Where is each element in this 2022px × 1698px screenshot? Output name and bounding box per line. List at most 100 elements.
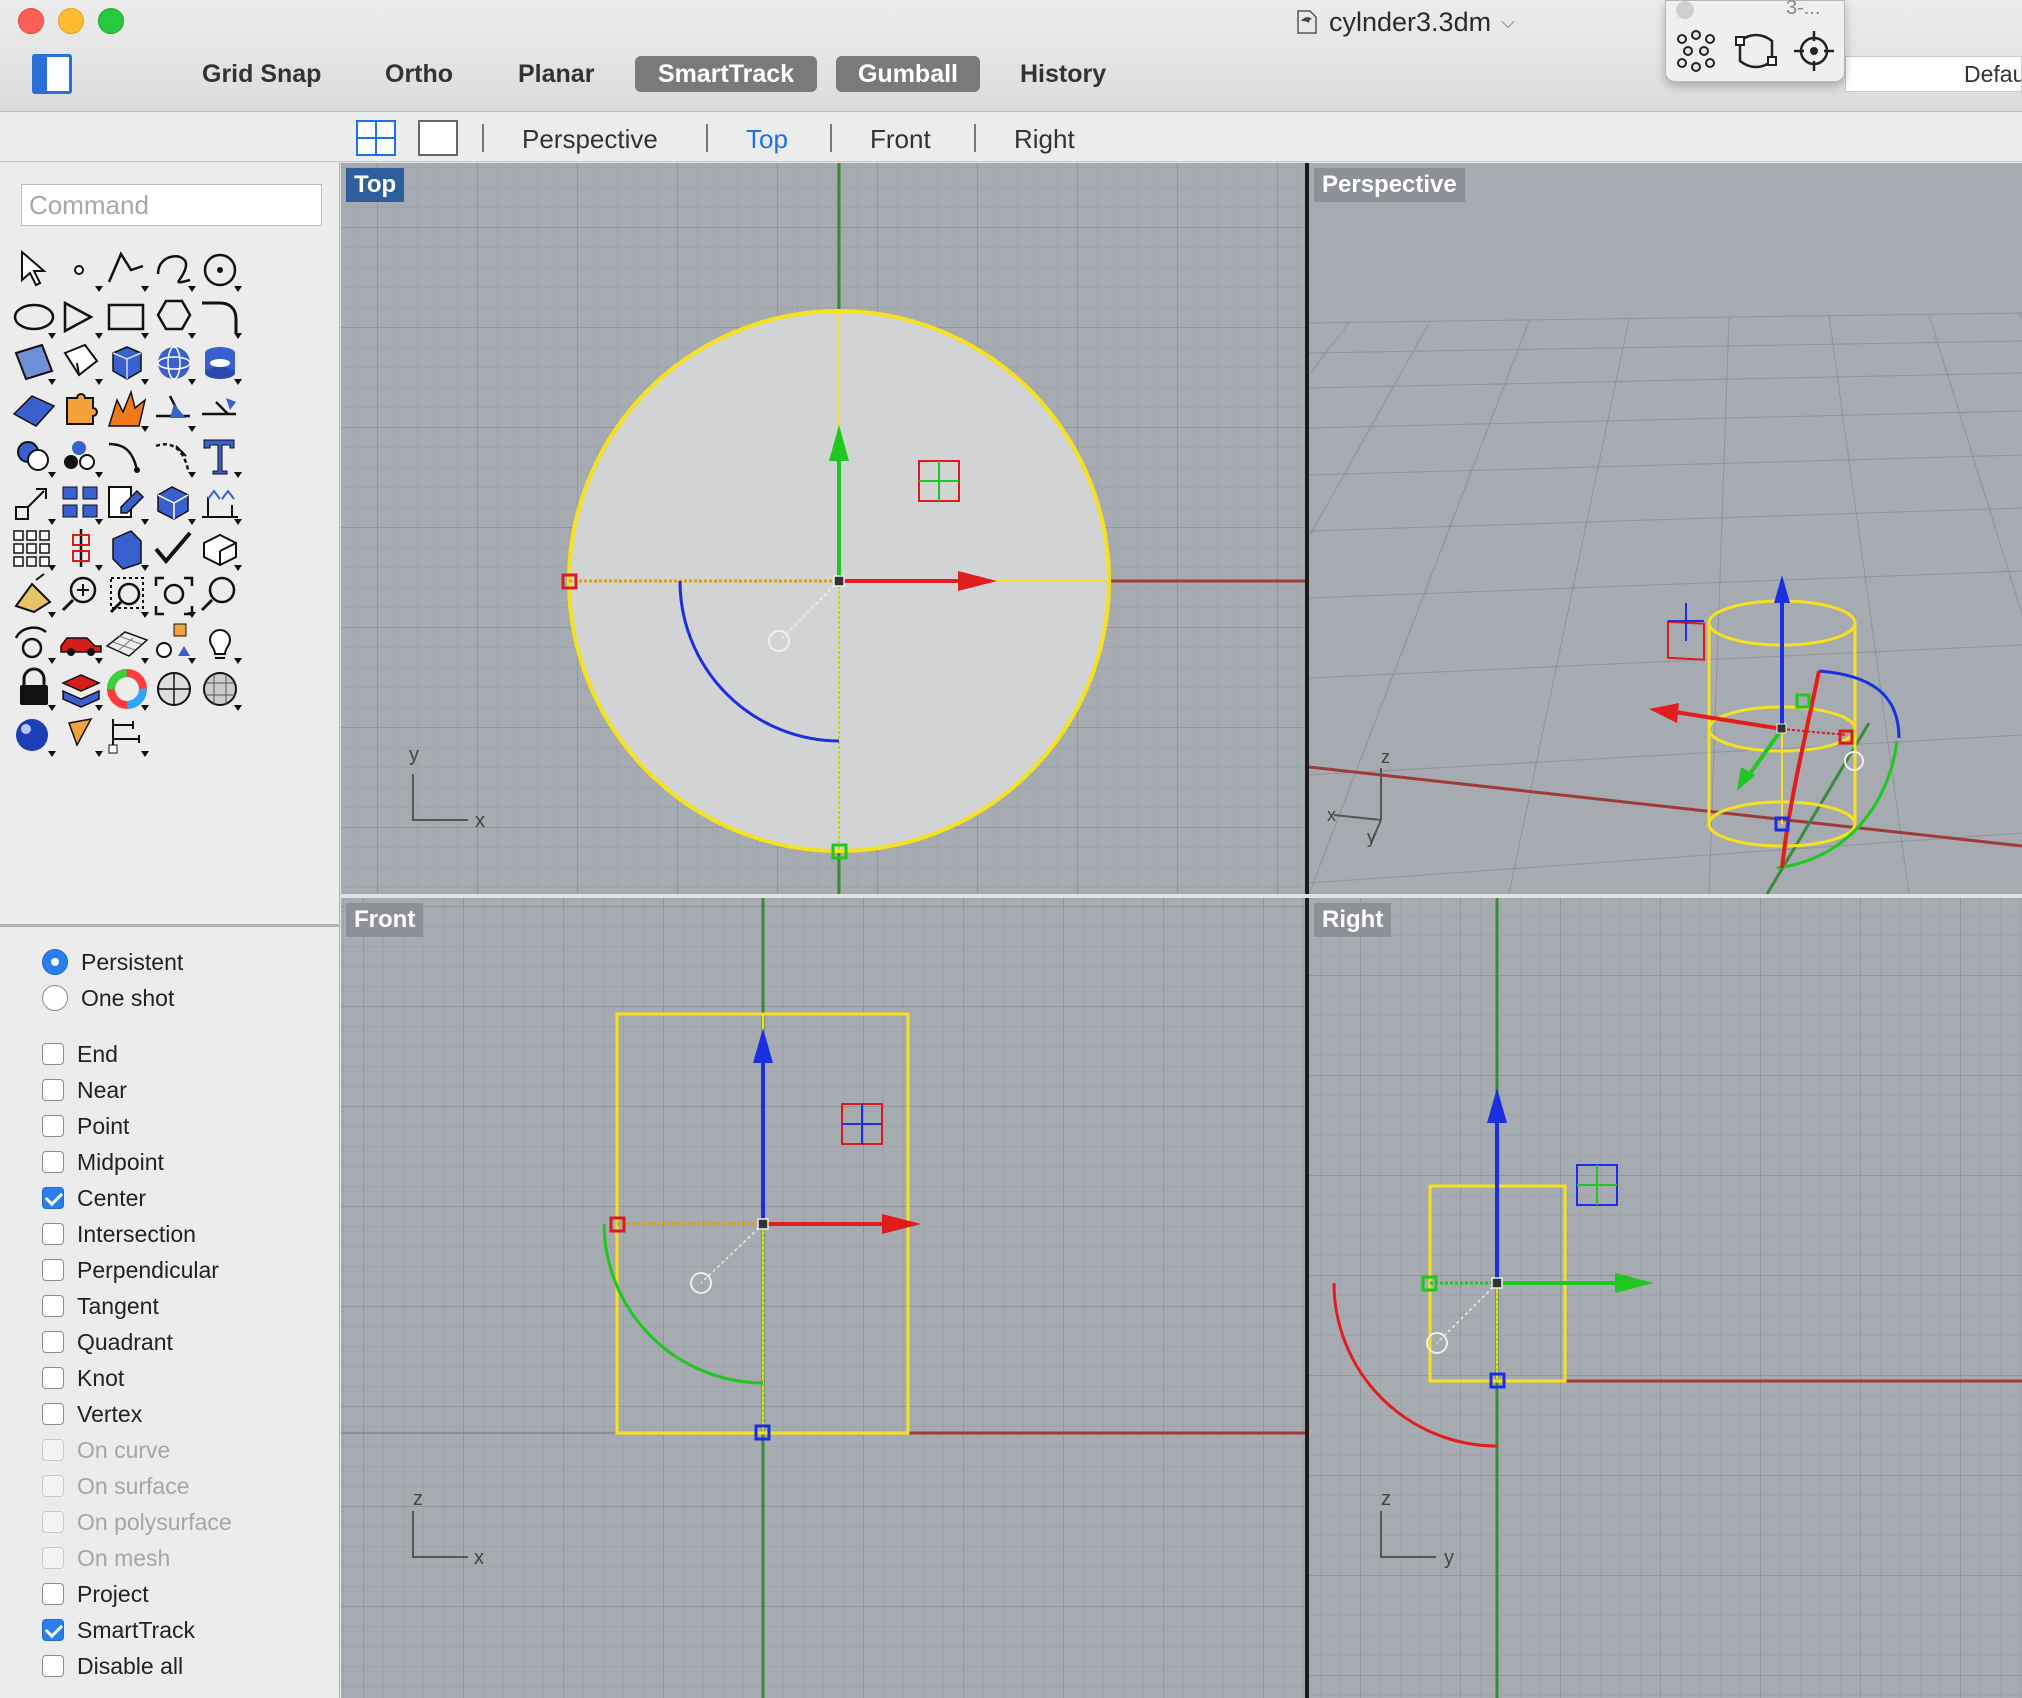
align-icon[interactable] <box>55 523 107 575</box>
osnap-quadrant[interactable]: Quadrant <box>42 1325 173 1359</box>
rotate-view-icon[interactable] <box>8 616 60 668</box>
osnap-end[interactable]: End <box>42 1037 118 1071</box>
checkbox[interactable] <box>42 1331 64 1353</box>
osnap-near[interactable]: Near <box>42 1073 127 1107</box>
viewport-label-top[interactable]: Top <box>346 168 405 202</box>
zoom-selected-icon[interactable] <box>101 570 153 622</box>
zoom-icon[interactable] <box>194 570 246 622</box>
array-icon[interactable] <box>55 477 107 529</box>
render-sphere-icon[interactable] <box>8 709 60 761</box>
ortho-button[interactable]: Ortho <box>365 56 473 92</box>
tab-front[interactable]: Front <box>870 124 931 155</box>
checkbox[interactable] <box>42 1151 64 1173</box>
group-icon[interactable] <box>55 430 107 482</box>
check-icon[interactable] <box>148 523 200 575</box>
window-close-button[interactable] <box>18 8 44 34</box>
window-zoom-button[interactable] <box>98 8 124 34</box>
gumball-button[interactable]: Gumball <box>836 56 980 92</box>
checkbox[interactable] <box>42 1367 64 1389</box>
cube-analyze-icon[interactable] <box>194 523 246 575</box>
current-layer-field[interactable]: Defau <box>1845 56 2022 92</box>
osnap-project[interactable]: Project <box>42 1577 149 1611</box>
sphere-icon[interactable] <box>148 337 200 389</box>
checkbox[interactable] <box>42 1079 64 1101</box>
trim-icon[interactable] <box>148 384 200 436</box>
viewport-top[interactable]: Top y x <box>341 163 1305 894</box>
mesh-sphere-icon[interactable] <box>194 663 246 715</box>
checkbox[interactable] <box>42 1187 64 1209</box>
radio-button[interactable] <box>42 949 68 975</box>
properties-icon[interactable] <box>101 523 153 575</box>
osnap-mode-persistent[interactable]: Persistent <box>42 945 183 979</box>
smarttrack-button[interactable]: SmartTrack <box>635 56 817 92</box>
window-minimize-button[interactable] <box>58 8 84 34</box>
split-icon[interactable] <box>194 384 246 436</box>
sphere-wire-icon[interactable] <box>148 663 200 715</box>
osnap-point[interactable]: Point <box>42 1109 129 1143</box>
circle-icon[interactable] <box>194 244 246 296</box>
osnap-disable-all[interactable]: Disable all <box>42 1649 183 1683</box>
viewport-front[interactable]: Front z x <box>341 898 1305 1698</box>
control-points-icon[interactable] <box>1674 29 1718 73</box>
curve-offset-icon[interactable] <box>101 430 153 482</box>
viewport-label-front[interactable]: Front <box>346 903 424 937</box>
palette-close-button[interactable] <box>1676 1 1694 19</box>
planar-surface-icon[interactable] <box>8 384 60 436</box>
scale-icon[interactable] <box>8 477 60 529</box>
color-wheel-icon[interactable] <box>101 663 153 715</box>
viewport-label-perspective[interactable]: Perspective <box>1314 168 1465 202</box>
osnap-center[interactable]: Center <box>42 1181 146 1215</box>
text-icon[interactable] <box>194 430 246 482</box>
checkbox[interactable] <box>42 1619 64 1641</box>
osnap-midpoint[interactable]: Midpoint <box>42 1145 164 1179</box>
chevron-down-icon[interactable]: ⌵ <box>1501 12 1515 33</box>
solid-edit-icon[interactable] <box>148 477 200 529</box>
polyline-icon[interactable] <box>101 244 153 296</box>
point-icon[interactable] <box>55 244 107 296</box>
checkbox[interactable] <box>42 1403 64 1425</box>
dimension-icon[interactable] <box>194 477 246 529</box>
osnap-vertex[interactable]: Vertex <box>42 1397 142 1431</box>
tab-perspective[interactable]: Perspective <box>522 124 658 155</box>
grid-array-icon[interactable] <box>8 523 60 575</box>
plane-grid-icon[interactable] <box>101 616 153 668</box>
viewport-right[interactable]: Right z y <box>1309 898 2022 1698</box>
history-button[interactable]: History <box>1000 56 1126 92</box>
grid-snap-button[interactable]: Grid Snap <box>182 56 341 92</box>
planar-button[interactable]: Planar <box>498 56 614 92</box>
boolean-union-icon[interactable] <box>8 430 60 482</box>
checkbox[interactable] <box>42 1583 64 1605</box>
ellipse-icon[interactable] <box>8 291 60 343</box>
viewport-splitter-horizontal[interactable] <box>341 894 2022 898</box>
tab-top[interactable]: Top <box>746 124 788 155</box>
cylinder-icon[interactable] <box>194 337 246 389</box>
zoom-window-icon[interactable] <box>55 570 107 622</box>
rectangle-icon[interactable] <box>101 291 153 343</box>
select-arrow-icon[interactable] <box>8 244 60 296</box>
fillet-icon[interactable] <box>194 291 246 343</box>
camera-icon[interactable] <box>55 709 107 761</box>
viewport-splitter-vertical[interactable] <box>1305 163 1309 1698</box>
polygon-icon[interactable] <box>148 291 200 343</box>
osnap-tangent[interactable]: Tangent <box>42 1289 159 1323</box>
checkbox[interactable] <box>42 1295 64 1317</box>
extrude-surface-icon[interactable] <box>55 337 107 389</box>
target-osnap-icon[interactable] <box>1792 29 1836 73</box>
osnap-perpendicular[interactable]: Perpendicular <box>42 1253 219 1287</box>
viewport-label-right[interactable]: Right <box>1314 903 1392 937</box>
layers-icon[interactable] <box>55 663 107 715</box>
box-icon[interactable] <box>101 337 153 389</box>
edit-points-icon[interactable] <box>1734 29 1778 73</box>
car-icon[interactable] <box>55 616 107 668</box>
tab-right[interactable]: Right <box>1014 124 1075 155</box>
checkbox[interactable] <box>42 1259 64 1281</box>
zoom-extents-icon[interactable] <box>148 570 200 622</box>
surface-corners-icon[interactable] <box>8 337 60 389</box>
osnap-smarttrack[interactable]: SmartTrack <box>42 1613 195 1647</box>
lock-icon[interactable] <box>8 663 60 715</box>
panel-divider[interactable] <box>0 924 340 927</box>
dimension-tree-icon[interactable] <box>101 709 153 761</box>
radio-button[interactable] <box>42 985 68 1011</box>
blend-icon[interactable] <box>148 430 200 482</box>
checkbox[interactable] <box>42 1223 64 1245</box>
